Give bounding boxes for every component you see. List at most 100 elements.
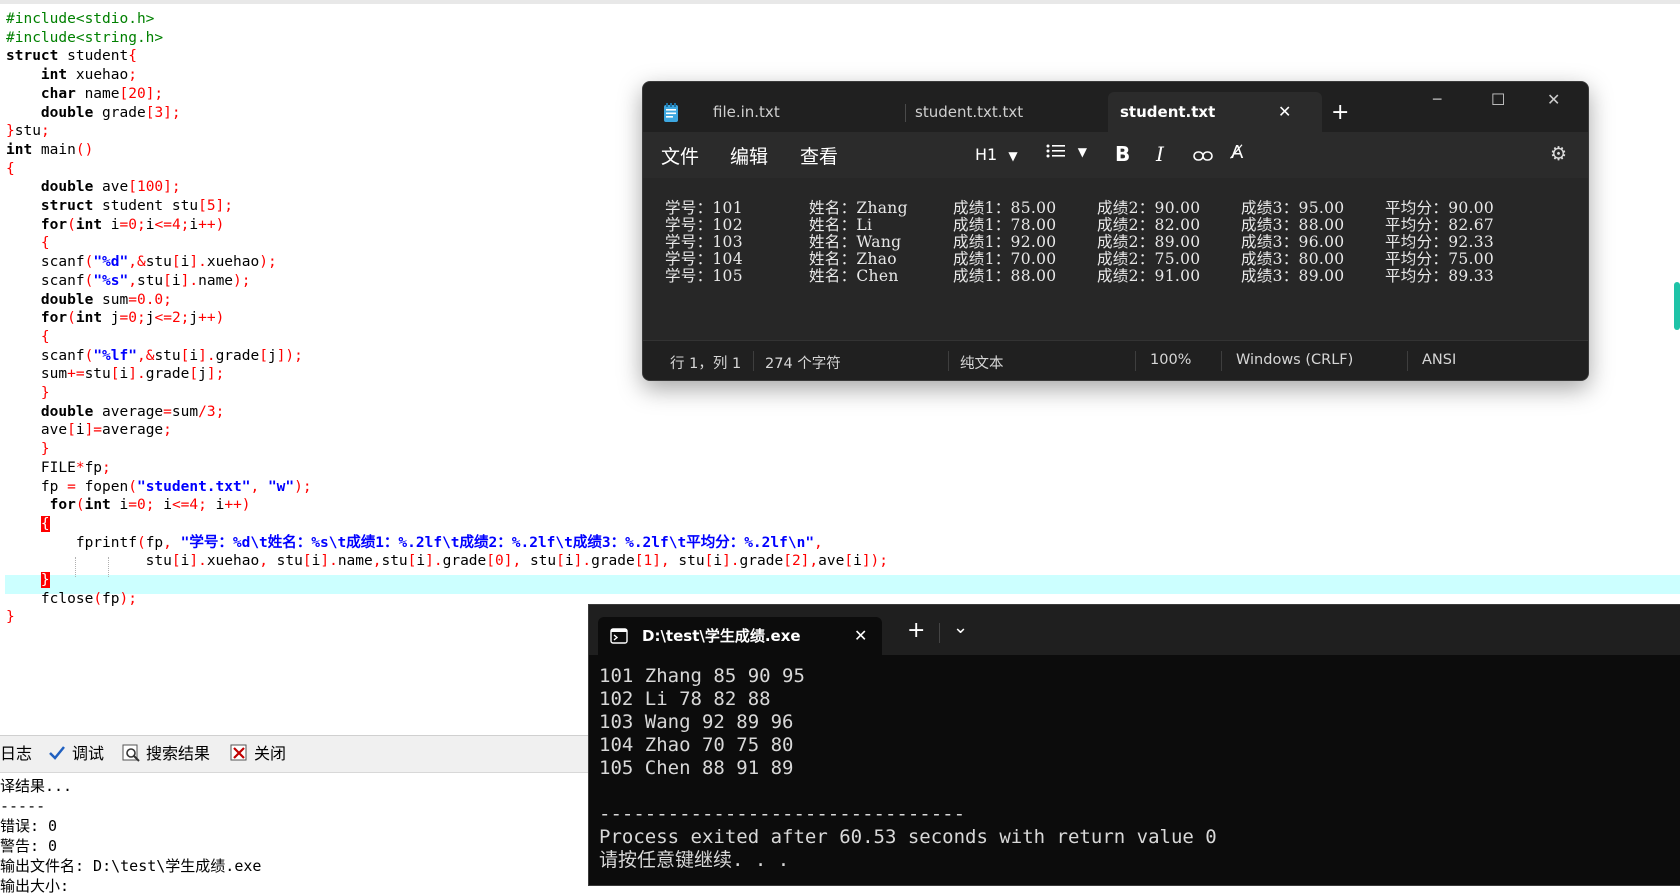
minimize-button[interactable]: ─ (1433, 92, 1441, 108)
code-token: 100 (136, 179, 164, 195)
menu-file[interactable]: 文件 (661, 142, 699, 169)
code-line: } (6, 571, 50, 590)
code-line: ave[i]=average; (6, 421, 172, 440)
bottom-panel: 日志 调试 搜索结果 关闭 译结果... ----- 错误: 0 警告: 0 输… (0, 735, 590, 895)
tab-file-in-txt[interactable]: file.in.txt (713, 92, 903, 132)
status-encoding[interactable]: ANSI (1422, 352, 1456, 368)
code-token: grade (93, 105, 146, 121)
new-tab-button[interactable]: + (1331, 100, 1349, 125)
list-dropdown[interactable]: ▼ (1046, 143, 1087, 164)
terminal-tab[interactable]: D:\test\学生成绩.exe ✕ (598, 617, 882, 655)
code-token: stu (136, 273, 164, 289)
code-token: ( (136, 535, 146, 551)
tab-log[interactable]: 日志 (0, 742, 32, 766)
code-token: 0 (137, 497, 146, 513)
code-token: 0.0 (136, 292, 164, 308)
close-tab-icon[interactable]: ✕ (1278, 92, 1291, 132)
tab-close[interactable]: 关闭 (230, 742, 286, 766)
code-token: FILE (6, 460, 76, 476)
code-line: int main() (6, 141, 93, 160)
scrollbar-thumb[interactable] (1674, 282, 1680, 330)
code-token: 0 (495, 553, 504, 569)
code-token: ++) (198, 217, 225, 233)
code-token: i (189, 217, 199, 233)
code-token: struct (6, 48, 59, 64)
code-token: ; (198, 497, 216, 513)
code-token: ( (84, 254, 94, 270)
code-line: { (6, 234, 50, 253)
menu-view[interactable]: 查看 (800, 142, 838, 169)
code-token: ( (84, 273, 94, 289)
code-token: ; (137, 217, 146, 233)
tab-search-results[interactable]: 搜索结果 (122, 742, 210, 766)
notepad-text-area[interactable]: 学号：101 姓名：Zhang 成绩1：85.00 成绩2：90.00 成绩3：95.0… (643, 178, 1588, 340)
code-line: #include<stdio.h> (6, 10, 154, 29)
clear-format-icon: A̸ (1231, 142, 1244, 163)
new-tab-button[interactable]: + (907, 618, 925, 643)
bold-button[interactable]: B (1115, 142, 1130, 166)
status-char-count: 274 个字符 (765, 356, 841, 372)
close-window-button[interactable]: ✕ (1547, 90, 1560, 109)
status-line-ending[interactable]: Windows (CRLF) (1236, 352, 1353, 368)
terminal-line: Process exited after 60.53 seconds with … (599, 826, 1217, 848)
code-token: [ (486, 553, 495, 569)
settings-button[interactable]: ⚙ (1550, 143, 1567, 165)
tab-student-txt[interactable]: student.txt ✕ (1108, 92, 1322, 132)
code-token: += (67, 366, 85, 382)
maximize-button[interactable]: ☐ (1491, 90, 1505, 109)
code-token: stu (145, 254, 172, 270)
code-line: double ave[100]; (6, 178, 181, 197)
code-line: fprintf(fp, "学号：%d\t姓名：%s\t成绩1：%.2lf\t成绩… (6, 534, 823, 553)
code-token: { (40, 235, 50, 251)
code-token: , (259, 553, 277, 569)
code-token: { (40, 329, 50, 345)
code-token: } (40, 441, 50, 457)
italic-icon: I (1156, 142, 1164, 166)
code-token: ]. (722, 553, 740, 569)
tab-debug[interactable]: 调试 (48, 742, 104, 766)
code-token: ); (119, 591, 137, 607)
code-token: grade (591, 553, 635, 569)
terminal-titlebar[interactable]: D:\test\学生成绩.exe ✕ + ⌄ (589, 605, 1680, 655)
heading-dropdown[interactable]: H1 ▼ (975, 145, 1018, 164)
close-tab-icon[interactable]: ✕ (854, 617, 867, 655)
code-token: ( (67, 310, 76, 326)
italic-button[interactable]: I (1156, 142, 1164, 166)
menu-edit[interactable]: 编辑 (730, 142, 768, 169)
code-token: i (110, 497, 129, 513)
tab-close-label: 关闭 (254, 744, 287, 763)
status-zoom[interactable]: 100% (1150, 352, 1191, 368)
code-token: ]. (425, 553, 443, 569)
code-token: int (75, 310, 103, 326)
code-token: = (67, 479, 76, 495)
code-token: , (128, 273, 137, 289)
code-token: ]; (145, 86, 164, 102)
code-token: ]; (163, 105, 181, 121)
code-token: ,& (128, 254, 146, 270)
code-line: sum+=stu[i].grade[j]; (6, 365, 224, 384)
code-token: double (40, 292, 94, 308)
clear-format-button[interactable]: A̸ (1231, 142, 1243, 163)
code-token: char (40, 86, 76, 102)
code-token: for (49, 497, 76, 513)
terminal-line: -------------------------------- (599, 803, 966, 825)
chevron-down-icon[interactable]: ⌄ (953, 617, 968, 638)
code-token: xuehao (206, 254, 260, 270)
link-button[interactable] (1193, 146, 1213, 167)
log-line: ----- (0, 797, 46, 815)
notepad-titlebar[interactable]: file.in.txt student.txt.txt student.txt … (643, 82, 1588, 132)
terminal-line: 104 Zhao 70 75 80 (599, 734, 794, 756)
code-token: 4 (189, 497, 199, 513)
notepad-window[interactable]: file.in.txt student.txt.txt student.txt … (642, 81, 1589, 381)
code-token: ]. (128, 366, 146, 382)
check-icon (49, 746, 65, 760)
code-token: ; (137, 310, 146, 326)
terminal-window[interactable]: D:\test\学生成绩.exe ✕ + ⌄ 101 Zhang 85 90 9… (588, 604, 1680, 886)
code-token: #include<string.h> (6, 30, 164, 46)
status-format[interactable]: 纯文本 (960, 352, 1004, 373)
code-line: struct student{ (6, 47, 137, 66)
tab-student-txt-txt[interactable]: student.txt.txt (915, 92, 1095, 132)
code-token: average (102, 422, 164, 438)
